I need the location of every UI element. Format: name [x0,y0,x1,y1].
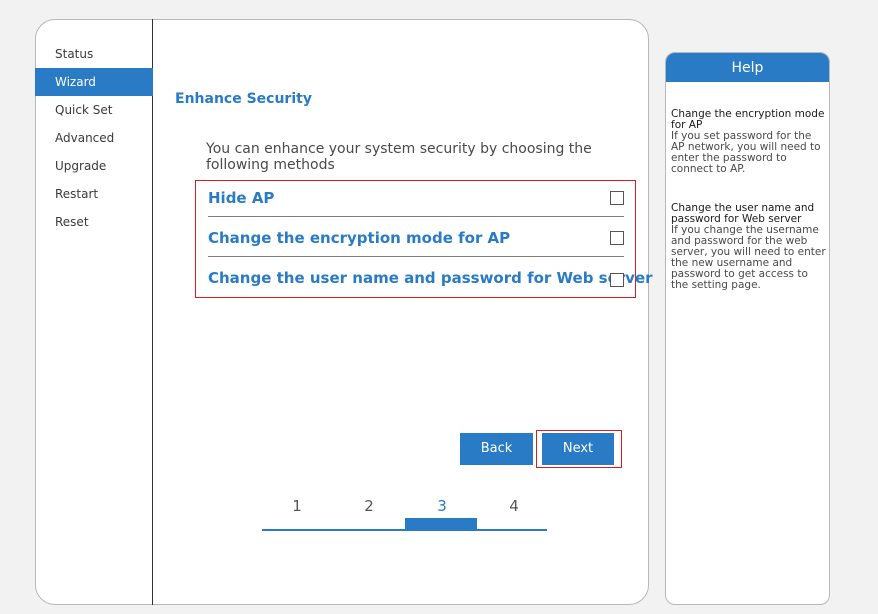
step-4: 4 [509,497,519,515]
step-progress-line [262,529,547,531]
step-2: 2 [364,497,374,515]
web-credentials-checkbox[interactable] [610,273,624,287]
sidebar-item-quick-set[interactable]: Quick Set [35,96,153,124]
help-body: Change the encryption mode for AP If you… [666,82,828,291]
option-hide-ap-label: Hide AP [208,189,275,207]
option-encryption-mode-label: Change the encryption mode for AP [208,229,511,247]
help-text-encryption: If you set password for the AP network, … [671,130,821,175]
encryption-mode-checkbox[interactable] [610,231,624,245]
sidebar-item-reset[interactable]: Reset [35,208,153,236]
help-panel: Help Change the encryption mode for AP I… [665,52,830,605]
sidebar-item-upgrade[interactable]: Upgrade [35,152,153,180]
step-current-indicator [405,518,477,529]
hide-ap-checkbox[interactable] [610,191,624,205]
intro-text: You can enhance your system security by … [206,141,592,173]
step-3: 3 [437,497,447,515]
back-button[interactable]: Back [460,433,533,465]
sidebar-item-restart[interactable]: Restart [35,180,153,208]
help-heading-credentials: Change the user name and password for We… [671,202,815,225]
help-title: Help [666,53,829,82]
option-web-credentials[interactable]: Change the user name and password for We… [208,268,653,288]
option-divider [208,256,624,257]
page-title: Enhance Security [175,91,312,107]
help-text-credentials: If you change the username and password … [671,224,826,291]
next-button[interactable]: Next [542,433,614,465]
option-web-credentials-label: Change the user name and password for We… [208,269,653,287]
option-hide-ap[interactable]: Hide AP [208,188,274,208]
sidebar-nav: Status Wizard Quick Set Advanced Upgrade… [35,40,153,236]
sidebar-item-status[interactable]: Status [35,40,153,68]
sidebar-item-advanced[interactable]: Advanced [35,124,153,152]
help-heading-encryption: Change the encryption mode for AP [671,108,825,131]
option-divider [208,216,624,217]
sidebar-item-wizard[interactable]: Wizard [35,68,153,96]
step-1: 1 [292,497,302,515]
option-encryption-mode[interactable]: Change the encryption mode for AP [208,228,510,248]
